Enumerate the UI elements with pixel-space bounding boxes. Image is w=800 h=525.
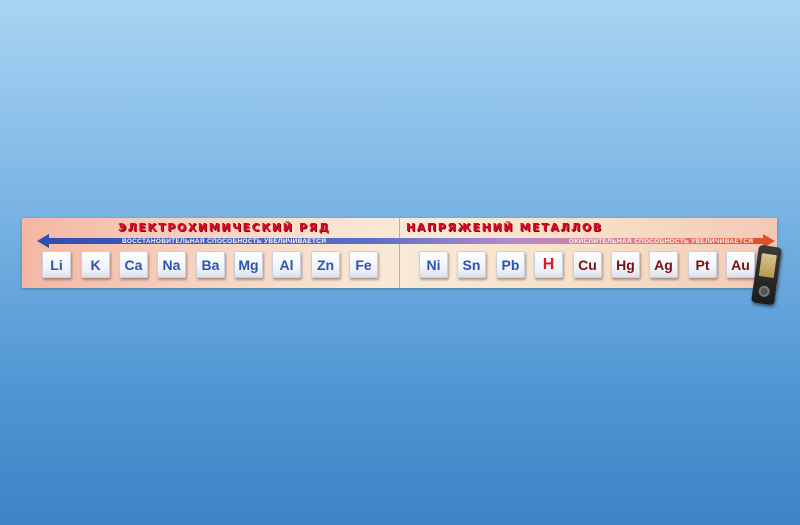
element-tile-h: H xyxy=(534,251,563,278)
element-tile-mg: Mg xyxy=(234,251,263,278)
element-tile-au: Au xyxy=(726,251,755,278)
element-tile-li: Li xyxy=(42,251,71,278)
banner-divider xyxy=(399,218,400,288)
element-tile-pt: Pt xyxy=(688,251,717,278)
device-button xyxy=(757,285,771,298)
element-tile-zn: Zn xyxy=(311,251,340,278)
element-tile-fe: Fe xyxy=(349,251,378,278)
device-screen xyxy=(758,253,777,279)
element-tile-al: Al xyxy=(272,251,301,278)
banner-title-right: НАПРЯЖЕНИЙ МЕТАЛЛОВ xyxy=(406,221,603,234)
electrochemical-series-banner: ЭЛЕКТРОХИМИЧЕСКИЙ РЯД НАПРЯЖЕНИЙ МЕТАЛЛО… xyxy=(22,218,777,288)
reducing-ability-caption: ВОССТАНОВИТЕЛЬНАЯ СПОСОБНОСТЬ УВЕЛИЧИВАЕ… xyxy=(122,238,327,245)
element-tile-sn: Sn xyxy=(457,251,486,278)
element-tile-ca: Ca xyxy=(119,251,148,278)
element-tile-ni: Ni xyxy=(419,251,448,278)
element-tile-k: K xyxy=(81,251,110,278)
element-tile-ba: Ba xyxy=(196,251,225,278)
element-tile-pb: Pb xyxy=(496,251,525,278)
element-tile-cu: Cu xyxy=(573,251,602,278)
banner-title-left: ЭЛЕКТРОХИМИЧЕСКИЙ РЯД xyxy=(118,221,331,234)
element-tile-na: Na xyxy=(157,251,186,278)
element-tile-ag: Ag xyxy=(649,251,678,278)
oxidizing-ability-caption: ОКИСЛИТЕЛЬНАЯ СПОСОБНОСТЬ УВЕЛИЧИВАЕТСЯ xyxy=(569,238,754,245)
element-tile-hg: Hg xyxy=(611,251,640,278)
